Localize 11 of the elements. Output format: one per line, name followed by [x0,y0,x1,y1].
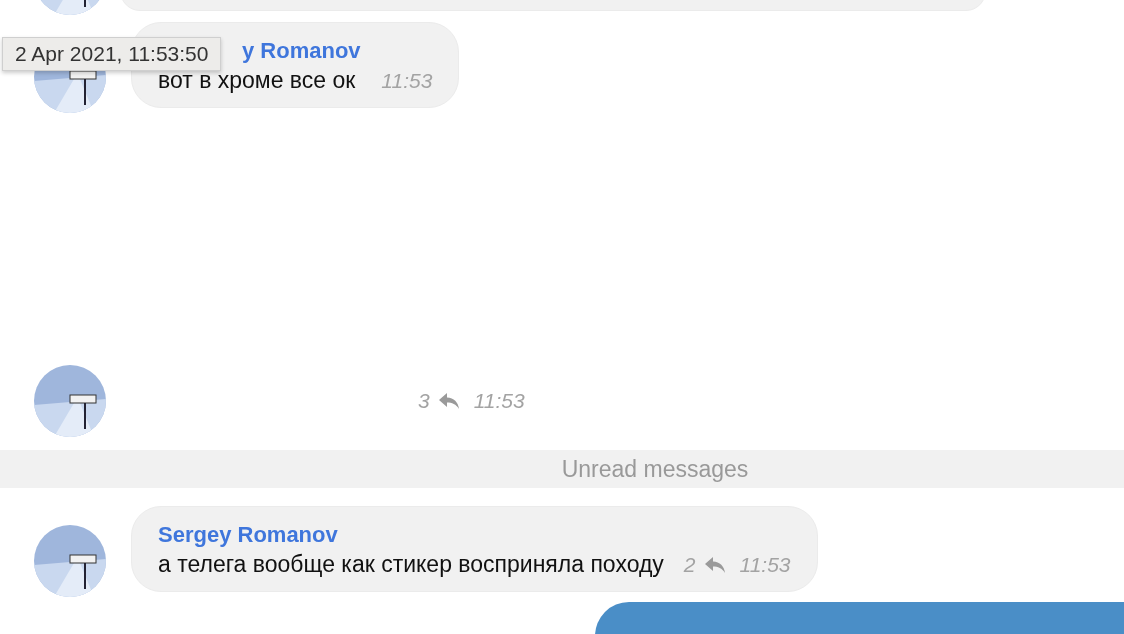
reply-count: 2 [683,553,696,577]
sender-name[interactable]: Sergey Romanov [158,521,791,549]
unread-divider: Unread messages [561,455,749,483]
message-time: 11:53 [739,553,791,577]
timestamp-tooltip: 2 Apr 2021, 11:53:50 [2,37,222,71]
message-time: 11:53 [473,389,525,413]
reply-icon [437,392,460,410]
message-time: 11:53 [381,69,433,93]
reply-icon [703,556,726,574]
reply-count: 3 [418,389,430,413]
message-text: а телега вообще как стикер восприняла походу [158,550,664,579]
